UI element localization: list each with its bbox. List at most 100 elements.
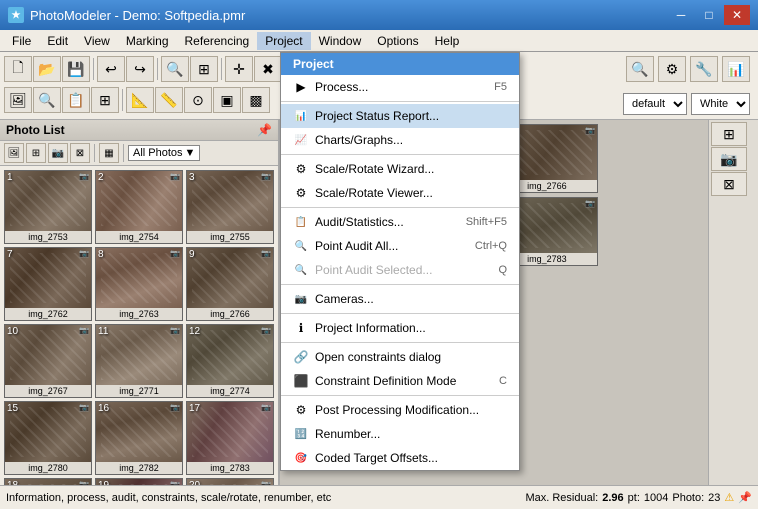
open-button[interactable]: 📂	[33, 56, 61, 82]
all-photos-label: All Photos	[133, 147, 183, 159]
photo-thumb-7[interactable]: 7📷 img_2762	[4, 247, 92, 321]
menu-cameras-label: Cameras...	[315, 292, 507, 306]
menu-referencing[interactable]: Referencing	[177, 32, 258, 50]
menu-scale-wizard[interactable]: ⚙ Scale/Rotate Wizard...	[281, 157, 519, 181]
t2-btn2[interactable]: 🔍	[33, 87, 61, 113]
photo-tb-btn2[interactable]: ⊞	[26, 143, 46, 163]
t2-btn3[interactable]: 📋	[62, 87, 90, 113]
zoom-in-button[interactable]: 🔍	[161, 56, 189, 82]
menu-audit[interactable]: 📋 Audit/Statistics... Shift+F5	[281, 210, 519, 234]
photo-thumb-1[interactable]: 1📷 img_2753	[4, 170, 92, 244]
save-button[interactable]: 💾	[62, 56, 90, 82]
menu-cameras[interactable]: 📷 Cameras...	[281, 287, 519, 311]
menu-window[interactable]: Window	[311, 32, 370, 50]
redo-button[interactable]: ↪	[126, 56, 154, 82]
photo-thumb-9[interactable]: 9📷 img_2766	[186, 247, 274, 321]
new-button[interactable]: 🗋	[4, 56, 32, 82]
menu-constraint-mode[interactable]: ⬛ Constraint Definition Mode C	[281, 369, 519, 393]
photo-thumb-2[interactable]: 2📷 img_2754	[95, 170, 183, 244]
photo-thumb-12[interactable]: 12📷 img_2774	[186, 324, 274, 398]
constraint-mode-icon: ⬛	[293, 373, 309, 389]
t2-btn7[interactable]: ⊙	[184, 87, 212, 113]
t2-btn5[interactable]: 📐	[126, 87, 154, 113]
menu-project-status[interactable]: 📊 Project Status Report...	[281, 104, 519, 128]
rt-btn1[interactable]: ⊞	[711, 122, 747, 146]
photo-value: 23	[708, 492, 720, 504]
warning-icon: ⚠	[724, 491, 734, 504]
minimize-button[interactable]: ─	[668, 5, 694, 25]
menu-point-audit-selected-shortcut: Q	[498, 264, 507, 276]
photo-thumb-8[interactable]: 8📷 img_2763	[95, 247, 183, 321]
photo-thumb-16[interactable]: 16📷 img_2782	[95, 401, 183, 475]
photo-thumb-11[interactable]: 11📷 img_2771	[95, 324, 183, 398]
menu-project[interactable]: Project	[257, 32, 310, 50]
menu-process-label: Process...	[315, 80, 488, 94]
photo-tb-btn1[interactable]: 🖼	[4, 143, 24, 163]
menu-post-processing[interactable]: ⚙ Post Processing Modification...	[281, 398, 519, 422]
menu-scale-viewer[interactable]: ⚙ Scale/Rotate Viewer...	[281, 181, 519, 205]
photo-grid: 1📷 img_2753 2📷 img_2754 3📷 img_2755 7📷	[0, 166, 278, 485]
photo-thumb-10[interactable]: 10📷 img_2767	[4, 324, 92, 398]
r-btn3[interactable]: 🔧	[690, 56, 718, 82]
photo-thumb-20[interactable]: 20📷 img_2797	[186, 478, 274, 485]
project-status-icon: 📊	[293, 108, 309, 124]
menu-charts[interactable]: 📈 Charts/Graphs...	[281, 128, 519, 152]
menu-project-info[interactable]: ℹ Project Information...	[281, 316, 519, 340]
t2-btn1[interactable]: 🖼	[4, 87, 32, 113]
pt-value: 1004	[644, 492, 668, 504]
renumber-icon: 🔢	[293, 426, 309, 442]
menu-options[interactable]: Options	[369, 32, 426, 50]
photo-tb-btn5[interactable]: ▦	[99, 143, 119, 163]
menu-file[interactable]: File	[4, 32, 39, 50]
point-audit-all-icon: 🔍	[293, 238, 309, 254]
white-dropdown[interactable]: White	[691, 93, 750, 115]
menu-help[interactable]: Help	[427, 32, 468, 50]
menu-view[interactable]: View	[76, 32, 118, 50]
zoom-fit-button[interactable]: ⊞	[190, 56, 218, 82]
charts-icon: 📈	[293, 132, 309, 148]
menu-point-audit-selected-label: Point Audit Selected...	[315, 263, 492, 277]
menu-point-audit-all[interactable]: 🔍 Point Audit All... Ctrl+Q	[281, 234, 519, 258]
photo-thumb-3[interactable]: 3📷 img_2755	[186, 170, 274, 244]
r-btn1[interactable]: 🔍	[626, 56, 654, 82]
menu-point-audit-selected: 🔍 Point Audit Selected... Q	[281, 258, 519, 282]
undo-button[interactable]: ↩	[97, 56, 125, 82]
photo-thumb-17[interactable]: 17📷 img_2783	[186, 401, 274, 475]
menu-open-constraints[interactable]: 🔗 Open constraints dialog	[281, 345, 519, 369]
photo-thumb-15[interactable]: 15📷 img_2780	[4, 401, 92, 475]
menu-post-processing-label: Post Processing Modification...	[315, 403, 507, 417]
photo-thumb-18[interactable]: 18📷 img_2787	[4, 478, 92, 485]
photo-tb-btn4[interactable]: ⊠	[70, 143, 90, 163]
t2-btn6[interactable]: 📏	[155, 87, 183, 113]
photo-list-pin[interactable]: 📌	[257, 123, 272, 137]
menu-process[interactable]: ▶ Process... F5	[281, 75, 519, 99]
menu-project-info-label: Project Information...	[315, 321, 507, 335]
menu-renumber-label: Renumber...	[315, 427, 507, 441]
status-info: Max. Residual: 2.96 pt: 1004 Photo: 23 ⚠…	[525, 491, 752, 504]
mark-button[interactable]: ✛	[225, 56, 253, 82]
rt-btn3[interactable]: ⊠	[711, 172, 747, 196]
menu-open-constraints-label: Open constraints dialog	[315, 350, 507, 364]
menu-edit[interactable]: Edit	[39, 32, 76, 50]
t2-btn9[interactable]: ▩	[242, 87, 270, 113]
menu-constraint-mode-shortcut: C	[499, 375, 507, 387]
all-photos-dropdown[interactable]: All Photos ▼	[128, 145, 200, 161]
menu-coded-targets[interactable]: 🎯 Coded Target Offsets...	[281, 446, 519, 470]
default-dropdown[interactable]: default	[623, 93, 687, 115]
photo-thumb-19[interactable]: 19📷 img_2790	[95, 478, 183, 485]
t2-btn4[interactable]: ⊞	[91, 87, 119, 113]
delete-button[interactable]: ✖	[254, 56, 282, 82]
right-side-toolbar: ⊞ 📷 ⊠	[708, 120, 758, 485]
close-button[interactable]: ✕	[724, 5, 750, 25]
photo-tb-btn3[interactable]: 📷	[48, 143, 68, 163]
menu-marking[interactable]: Marking	[118, 32, 177, 50]
menu-renumber[interactable]: 🔢 Renumber...	[281, 422, 519, 446]
sep-5	[281, 313, 519, 314]
r-btn2[interactable]: ⚙	[658, 56, 686, 82]
t2-btn8[interactable]: ▣	[213, 87, 241, 113]
photo-list-header: Photo List 📌	[0, 120, 278, 141]
rt-btn2[interactable]: 📷	[711, 147, 747, 171]
r-btn4[interactable]: 📊	[722, 56, 750, 82]
open-constraints-icon: 🔗	[293, 349, 309, 365]
maximize-button[interactable]: □	[696, 5, 722, 25]
